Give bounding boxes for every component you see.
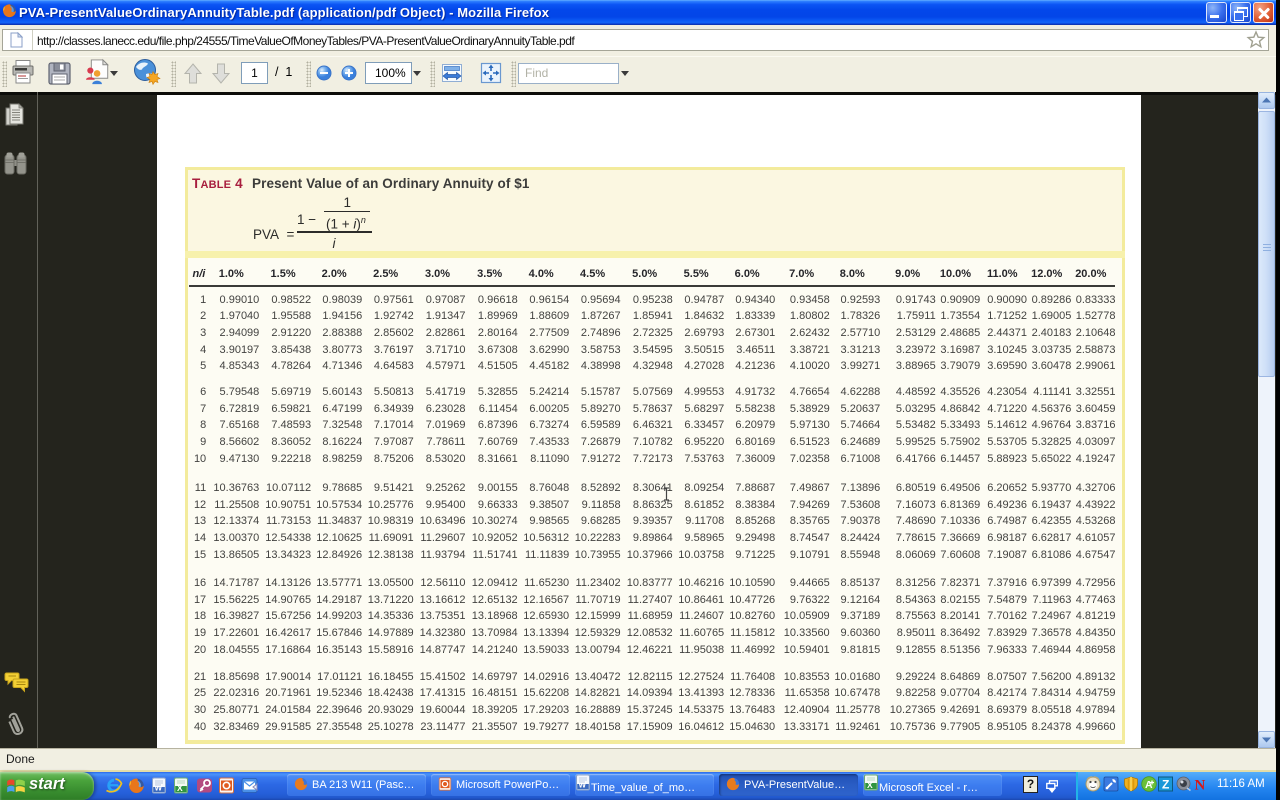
- svg-text:N: N: [1195, 778, 1206, 793]
- svg-text:X: X: [177, 783, 183, 793]
- svg-text:X: X: [867, 780, 873, 790]
- svg-text:Z: Z: [1162, 778, 1169, 792]
